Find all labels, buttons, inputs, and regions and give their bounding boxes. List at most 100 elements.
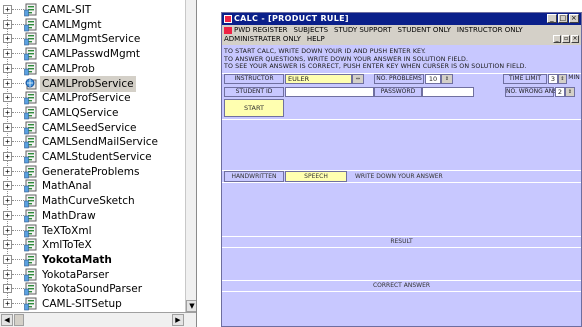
window-titlebar[interactable]: CALC - [PRODUCT RULE] _ □ × xyxy=(222,13,581,25)
expand-plus-icon[interactable]: + xyxy=(3,269,12,279)
tree-item-label: CAMLStudentService xyxy=(42,151,152,163)
student-id-field[interactable] xyxy=(285,87,374,97)
project-icon xyxy=(24,47,37,61)
tree-item[interactable]: + CAMLPasswdMgmt xyxy=(0,46,180,62)
menu-help[interactable]: HELP xyxy=(307,35,325,44)
tree-item[interactable]: + YokotaParser xyxy=(0,267,180,283)
menu-student-only[interactable]: STUDENT ONLY xyxy=(398,26,451,35)
expand-plus-icon[interactable]: + xyxy=(3,166,12,176)
tree-item[interactable]: + CAMLProbService xyxy=(0,75,180,92)
tree-item[interactable]: + YokotaSoundParser xyxy=(0,281,180,297)
time-limit-spinner-icon[interactable]: ⇕ xyxy=(558,74,567,84)
tree-item[interactable]: + CAMLProb xyxy=(0,61,180,77)
tree-item-label: YokotaSoundParser xyxy=(42,283,143,296)
result-area xyxy=(222,248,581,280)
tree-item[interactable]: + YokotaMath xyxy=(0,252,180,268)
instructor-dropdown-icon[interactable]: ⇔ xyxy=(352,74,364,84)
expand-plus-icon[interactable]: + xyxy=(3,152,12,161)
menu-administrater-only[interactable]: ADMINISTRATER ONLY xyxy=(224,35,301,44)
tree-item[interactable]: + XmlToTeX xyxy=(0,237,180,253)
handwritten-button[interactable]: HANDWRITTEN xyxy=(224,171,284,182)
expand-plus-icon[interactable]: + xyxy=(3,181,12,191)
mdi-minimize-icon[interactable]: _ xyxy=(553,35,561,43)
expand-plus-icon[interactable]: + xyxy=(3,240,12,250)
tree-item[interactable]: + GenerateProblems xyxy=(0,164,180,180)
tree-item[interactable]: + CAMLQService xyxy=(0,105,180,121)
expand-plus-icon[interactable]: + xyxy=(3,196,12,206)
tree-connector xyxy=(12,214,24,216)
tree-item[interactable]: + MathCurveSketch xyxy=(0,193,180,209)
tree-item[interactable]: + CAMLStudentService xyxy=(0,149,180,165)
expand-plus-icon[interactable]: + xyxy=(3,225,12,235)
speech-button[interactable]: SPEECH xyxy=(285,171,347,182)
tree-connector xyxy=(12,170,24,172)
tree-item[interactable]: + CAMLProfService xyxy=(0,90,180,106)
app-icon xyxy=(224,15,232,23)
start-button[interactable]: START xyxy=(224,99,284,117)
maximize-icon[interactable]: □ xyxy=(558,14,568,23)
tree-item[interactable]: + CAML-SIT xyxy=(0,2,180,18)
expand-plus-icon[interactable]: + xyxy=(3,210,12,220)
project-icon xyxy=(24,135,37,149)
tree-connector xyxy=(12,244,24,246)
close-icon[interactable]: × xyxy=(569,14,579,23)
menu-pwd-register[interactable]: PWD REGISTER xyxy=(234,26,288,34)
expand-plus-icon[interactable]: + xyxy=(3,254,12,264)
no-problems-spinner-icon[interactable]: ⇕ xyxy=(441,74,453,84)
expand-plus-icon[interactable]: + xyxy=(3,122,12,132)
time-limit-label: TIME LIMIT xyxy=(503,74,547,84)
project-icon xyxy=(24,32,37,46)
expand-plus-icon[interactable]: + xyxy=(3,19,12,29)
expand-plus-icon[interactable]: + xyxy=(3,299,12,308)
menu-study-support[interactable]: STUDY SUPPORT xyxy=(334,26,392,35)
time-limit-unit: MIN xyxy=(567,74,581,84)
tree-item[interactable]: + TeXToXml xyxy=(0,223,180,239)
tree-item[interactable]: + CAMLMgmtService xyxy=(0,31,180,47)
expand-plus-icon[interactable]: + xyxy=(3,5,12,14)
tree-connector xyxy=(12,82,24,84)
instruction-line: TO ANSWER QUESTIONS, WRITE DOWN YOUR ANS… xyxy=(224,55,469,63)
window-title: CALC - [PRODUCT RULE] xyxy=(234,14,349,23)
time-limit-field[interactable]: 3 xyxy=(548,74,558,84)
tree-item[interactable]: + MathAnal xyxy=(0,178,180,194)
no-wrong-ans-label: NO. WRONG ANS xyxy=(505,87,558,97)
expand-plus-icon[interactable]: + xyxy=(3,34,12,44)
expand-plus-icon[interactable]: + xyxy=(3,284,12,294)
instruction-line: TO START CALC, WRITE DOWN YOUR ID AND PU… xyxy=(224,48,426,55)
tree-item[interactable]: + CAMLSeedService xyxy=(0,120,180,136)
tree-item[interactable]: + CAMLMgmt xyxy=(0,17,180,33)
menu-subjects[interactable]: SUBJECTS xyxy=(294,26,328,35)
expand-plus-icon[interactable]: + xyxy=(3,107,12,117)
scroll-left-arrow-icon[interactable]: ◀ xyxy=(1,314,13,326)
no-problems-field[interactable]: 10 xyxy=(425,74,441,84)
menu-instructor-only[interactable]: INSTRUCTOR ONLY xyxy=(457,26,523,35)
tree-horizontal-scrollbar[interactable]: ◀ ▶ xyxy=(0,312,196,327)
mdi-close-icon[interactable]: × xyxy=(571,35,579,43)
scroll-right-arrow-icon[interactable]: ▶ xyxy=(172,314,184,326)
no-wrong-ans-spinner-icon[interactable]: ⇕ xyxy=(565,87,575,97)
password-field[interactable] xyxy=(422,87,474,97)
tree-item[interactable]: + CAML-SITSetup xyxy=(0,296,180,312)
tree-item[interactable]: + MathDraw xyxy=(0,208,180,224)
expand-plus-icon[interactable]: + xyxy=(3,49,12,59)
expand-plus-icon[interactable]: + xyxy=(3,63,12,73)
expand-plus-icon[interactable]: + xyxy=(3,78,12,88)
no-wrong-ans-field[interactable]: 2 xyxy=(555,87,565,97)
tree-connector xyxy=(12,9,24,10)
mdi-restore-icon[interactable]: ▫ xyxy=(562,35,570,43)
tree-item[interactable]: + CAMLSendMailService xyxy=(0,134,180,150)
scroll-thumb[interactable] xyxy=(14,314,24,326)
minimize-icon[interactable]: _ xyxy=(547,14,557,23)
scroll-down-arrow-icon[interactable]: ▼ xyxy=(186,300,196,312)
instructor-field[interactable]: EULER xyxy=(285,74,352,84)
expand-plus-icon[interactable]: + xyxy=(3,93,12,103)
expand-plus-icon[interactable]: + xyxy=(3,137,12,147)
tree-item-label: TeXToXml xyxy=(42,224,92,237)
answer-area[interactable] xyxy=(222,183,581,236)
project-icon xyxy=(24,3,37,17)
instruction-line: TO SEE YOUR ANSWER IS CORRECT, PUSH ENTE… xyxy=(224,63,527,71)
correct-answer-area xyxy=(222,292,581,326)
tree-vertical-scrollbar[interactable]: ▼ xyxy=(185,0,196,312)
result-label: RESULT xyxy=(390,238,413,245)
project-icon xyxy=(24,121,37,134)
